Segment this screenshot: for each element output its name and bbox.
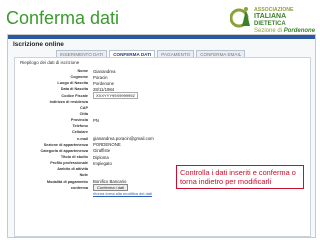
back-actions: ritorna torna alla modifica dei dati [91, 191, 310, 196]
field-value: Giraffiste [93, 148, 111, 154]
slide-title: Conferma dati [6, 8, 120, 28]
field-label: Codice Fiscale [61, 93, 88, 98]
field-label: e-mail [77, 136, 88, 141]
field-value: Pordenone [93, 80, 115, 86]
aid-logo-icon [230, 7, 250, 28]
field-label: Città [79, 112, 88, 117]
field-label: Titolo di studio [60, 155, 88, 160]
summary-panel: Riepilogo dei dati di iscrizione Nome Gia… [14, 57, 311, 237]
conferma-label: conferma [70, 185, 88, 190]
field-label: Sezione di appartenenza [43, 142, 88, 147]
field-row-back: ritorna torna alla modifica dei dati [15, 191, 310, 197]
field-label: Modalità di pagamento [46, 179, 88, 184]
field-value: gianandrea.poracin@gmail.com [93, 136, 154, 142]
form-header: Iscrizione online [13, 41, 64, 48]
field-value: Poracin [93, 74, 108, 80]
logo-line-3: DIETETICA [254, 21, 286, 27]
field-label: Luogo di Nascita [57, 81, 88, 86]
field-label: Cellulare [71, 130, 88, 135]
aid-logo: ASSOCIAZIONE ITALIANA DIETETICA Sezione … [230, 4, 318, 36]
field-value: Diploma [93, 154, 109, 160]
field-value: XXXYYY99X999999Z [91, 92, 310, 100]
field-label: Profilo professionale [50, 161, 88, 166]
field-label: Data di Nascita [60, 87, 88, 92]
field-value: Gianandrea [93, 68, 116, 74]
field-label: Cognome [70, 75, 88, 80]
field-label: CAP [79, 105, 88, 110]
field-label: Telefono [72, 124, 88, 129]
instruction-callout: Controlla i dati inseriti e conferma o t… [176, 165, 304, 189]
field-label: Nome [77, 69, 88, 74]
top-bar [8, 35, 315, 39]
field-label: Indirizzo di residenza [49, 99, 88, 104]
logo-wordmark: ASSOCIAZIONE ITALIANA DIETETICA [254, 7, 294, 28]
confirm-data-button[interactable]: Conferma i dati [93, 184, 129, 192]
field-label: Note [79, 173, 88, 178]
field-value: PORDENONE [93, 142, 121, 148]
field-label: Ambito di attività [57, 167, 88, 172]
browser-frame: Iscrizione online INSERIMENTO DATI CONFE… [7, 34, 316, 238]
field-label: Categoria di appartenenza [40, 148, 88, 153]
logo-line-2: ITALIANA [254, 13, 287, 20]
codice-fiscale-value: XXXYYY99X999999Z [93, 92, 138, 100]
field-label: Provincia [70, 118, 88, 123]
summary-legend: Riepilogo dei dati di iscrizione [20, 60, 80, 65]
back-to-edit-link[interactable]: ritorna torna alla modifica dei dati [93, 191, 152, 196]
field-value: PN [93, 117, 99, 123]
